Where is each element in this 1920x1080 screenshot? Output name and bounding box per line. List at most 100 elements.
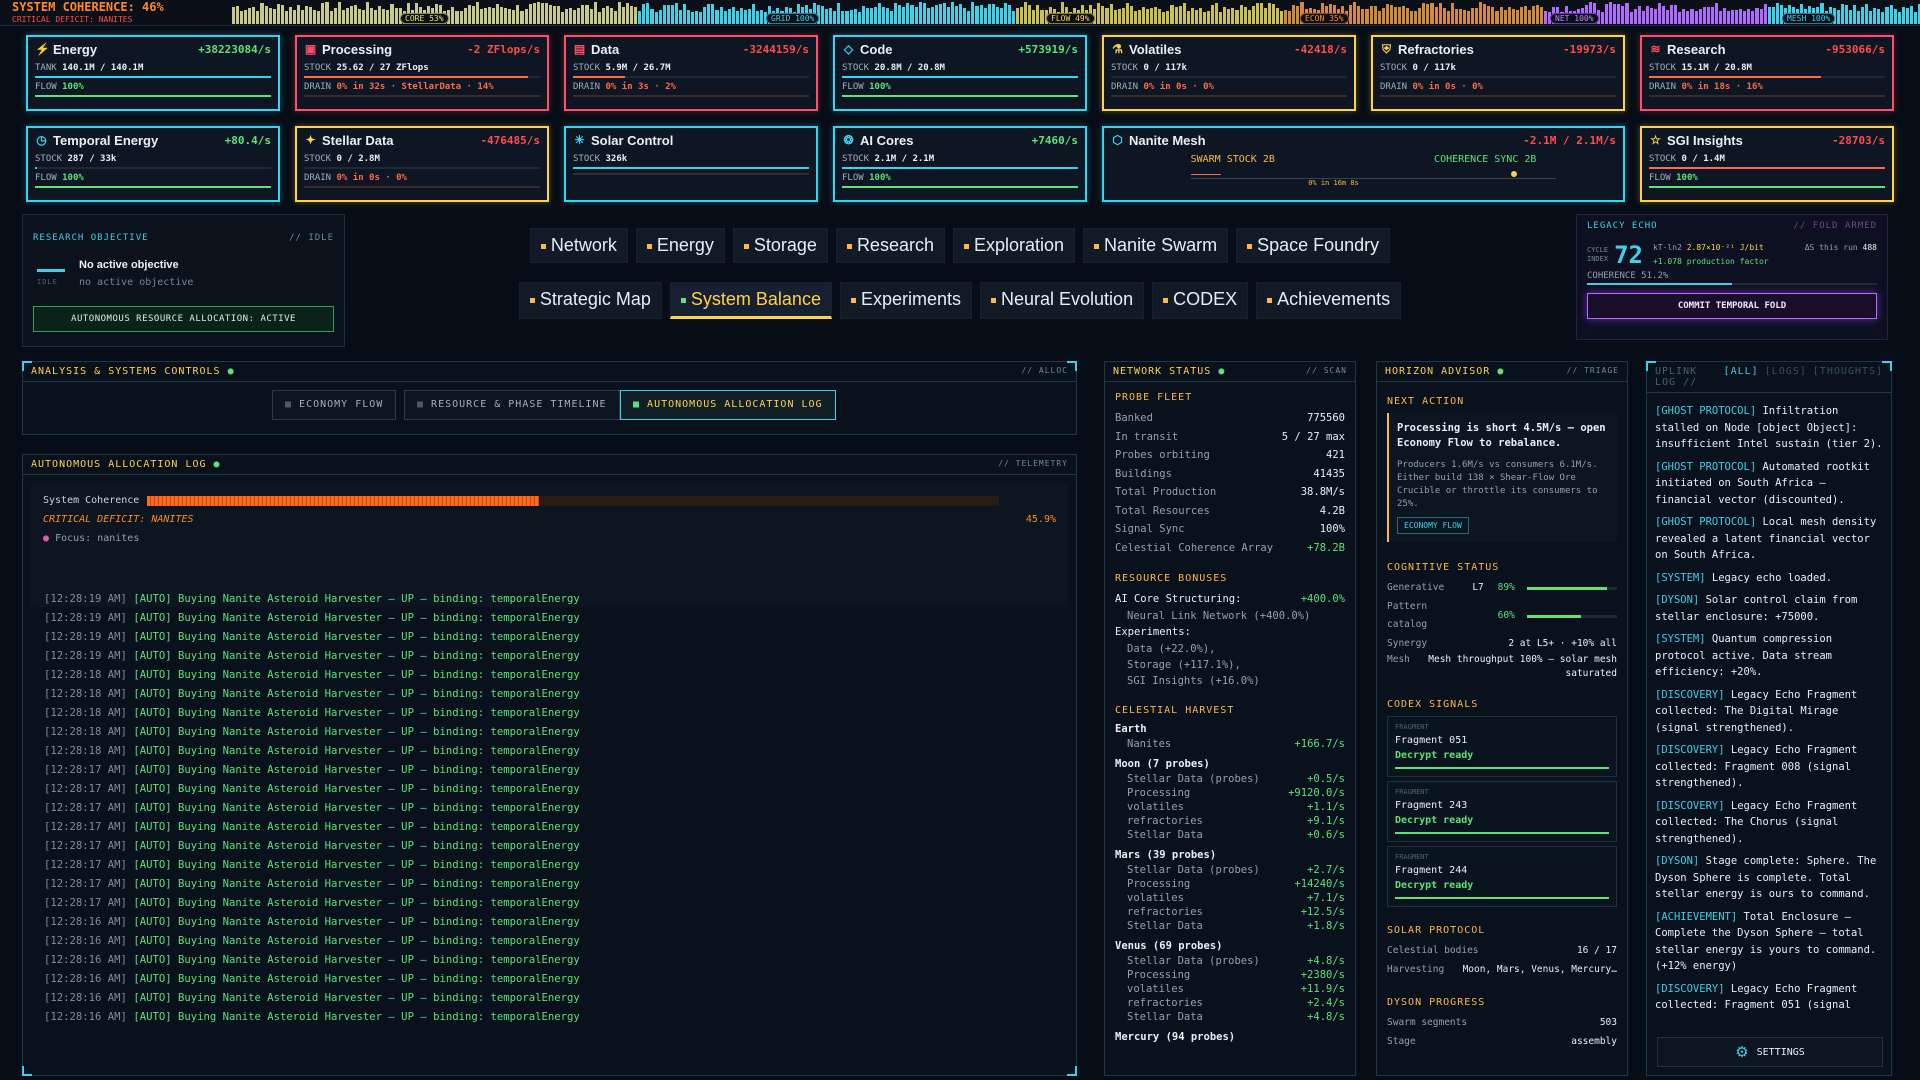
- nav-space-foundry[interactable]: Space Foundry: [1236, 228, 1391, 263]
- resource-rate: -19973/s: [1563, 43, 1616, 56]
- legacy-title: LEGACY ECHO: [1587, 221, 1658, 231]
- resource-flow: DRAIN 0% in 0s · 0%: [304, 173, 407, 183]
- nav-energy[interactable]: Energy: [635, 228, 725, 263]
- resource-card-temporal-energy[interactable]: ◷ Temporal Energy +80.4/s STOCK 287 / 33k FL…: [26, 126, 280, 202]
- resource-card-volatiles[interactable]: ⚗ Volatiles -42418/s STOCK 0 / 117k DRAIN 0%…: [1102, 35, 1356, 111]
- nav-system-balance[interactable]: System Balance: [669, 282, 832, 319]
- harvest-row: Stellar Data +4.8/s: [1127, 1011, 1345, 1023]
- log-entry: [12:28:17 AM] [AUTO] Buying Nanite Aster…: [44, 840, 580, 852]
- nav-nanite-swarm[interactable]: Nanite Swarm: [1083, 228, 1229, 263]
- filter-all[interactable]: [ALL]: [1724, 366, 1759, 388]
- settings-button[interactable]: ⚙ SETTINGS: [1657, 1037, 1883, 1067]
- resource-stock: STOCK 0 / 117k: [1380, 63, 1456, 73]
- nav-strategic-map[interactable]: Strategic Map: [518, 282, 662, 319]
- resource-rate: +573919/s: [1018, 43, 1078, 56]
- resource-stock: STOCK 287 / 33k: [35, 154, 117, 164]
- resource-name: Code: [860, 42, 893, 57]
- resource-rate: -953066/s: [1825, 43, 1885, 56]
- uplink-entry: [GHOST PROTOCOL] Local mesh density reve…: [1655, 516, 1877, 561]
- stock-bar: [304, 76, 540, 78]
- resource-stock: STOCK 5.9M / 26.7M: [573, 63, 671, 73]
- tab-economy-flow[interactable]: ■ ECONOMY FLOW: [272, 390, 397, 420]
- log-entry: [12:28:17 AM] [AUTO] Buying Nanite Aster…: [44, 897, 580, 909]
- resource-card-research[interactable]: ≋ Research -953066/s STOCK 15.1M / 20.8M DRA…: [1640, 35, 1894, 111]
- segment-grid: GRID 100%: [766, 13, 820, 24]
- resource-name: Research: [1667, 42, 1726, 57]
- autonomous-allocation-button[interactable]: AUTONOMOUS RESOURCE ALLOCATION: ACTIVE: [33, 306, 334, 332]
- critical-deficit-text: CRITICAL DEFICIT: NANITES: [43, 514, 194, 525]
- log-entry: [12:28:19 AM] [AUTO] Buying Nanite Aster…: [44, 631, 580, 643]
- filter-logs[interactable]: [LOGS]: [1765, 366, 1807, 388]
- resource-card-nanite-mesh[interactable]: ⬡ Nanite Mesh -2.1M / 2.1M/s SWARM STOCK 2B…: [1102, 126, 1625, 202]
- stock-bar: [1111, 76, 1347, 78]
- resource-card-energy[interactable]: ⚡ Energy +38223084/s TANK 140.1M / 140.1M FL…: [26, 35, 280, 111]
- uplink-entry: [DISCOVERY] Legacy Echo Fragment collect…: [1655, 744, 1858, 789]
- objective-sub: no active objective: [79, 277, 194, 288]
- nav-exploration[interactable]: Exploration: [952, 228, 1076, 263]
- segment-net: NET 100%: [1550, 13, 1599, 24]
- resource-stock: STOCK 15.1M / 20.8M: [1649, 63, 1752, 73]
- resource-name: AI Cores: [860, 133, 914, 148]
- resource-card-code[interactable]: ◇ Code +573919/s STOCK 20.8M / 20.8M FLOW 10…: [833, 35, 1087, 111]
- harvest-row: Stellar Data +0.6/s: [1127, 829, 1345, 841]
- resource-card-refractories[interactable]: ⛨ Refractories -19973/s STOCK 0 / 117k DRAIN…: [1371, 35, 1625, 111]
- economy-flow-button[interactable]: ECONOMY FLOW: [1397, 517, 1469, 534]
- uplink-entry: [DISCOVERY] Legacy Echo Fragment collect…: [1655, 688, 1858, 734]
- resource-card-sgi-insights[interactable]: ☆ SGI Insights -28703/s STOCK 0 / 1.4M FLOW …: [1640, 126, 1894, 202]
- resource-stock: STOCK 326k: [573, 154, 628, 164]
- log-entry: [12:28:18 AM] [AUTO] Buying Nanite Aster…: [44, 688, 580, 700]
- code-icon: ◇: [843, 42, 854, 56]
- harvest-row: Stellar Data (probes) +0.5/s: [1127, 773, 1345, 785]
- coherence-percent: 45.9%: [1025, 514, 1056, 525]
- corner-bracket: [22, 1066, 32, 1076]
- codex-fragment[interactable]: FRAGMENT Fragment 243 Decrypt ready: [1387, 781, 1617, 842]
- resource-card-stellar-data[interactable]: ✦ Stellar Data -476485/s STOCK 0 / 2.8M DRAI…: [295, 126, 549, 202]
- uplink-entry: [GHOST PROTOCOL] Infiltration stalled on…: [1655, 405, 1883, 450]
- stock-bar: [573, 76, 809, 78]
- nanite-sparkline: [1191, 169, 1556, 179]
- resource-card-ai-cores[interactable]: ❂ AI Cores +7460/s STOCK 2.1M / 2.1M FLOW 10…: [833, 126, 1087, 202]
- harvest-row: refractories +12.5/s: [1127, 906, 1345, 918]
- segment-flow: FLOW 49%: [1046, 13, 1095, 24]
- nav-network[interactable]: Network: [529, 228, 628, 263]
- stock-bar: [573, 167, 809, 169]
- log-entry: [12:28:17 AM] [AUTO] Buying Nanite Aster…: [44, 878, 580, 890]
- resource-stock: STOCK 20.8M / 20.8M: [842, 63, 945, 73]
- resource-rate: -42418/s: [1294, 43, 1347, 56]
- nav-research[interactable]: Research: [835, 228, 945, 263]
- log-entry: [12:28:16 AM] [AUTO] Buying Nanite Aster…: [44, 916, 580, 928]
- nav-achievements[interactable]: Achievements: [1256, 282, 1402, 319]
- log-entry: [12:28:17 AM] [AUTO] Buying Nanite Aster…: [44, 764, 580, 776]
- nav-experiments[interactable]: Experiments: [839, 282, 972, 319]
- resource-flow: FLOW 100%: [842, 173, 891, 183]
- alloc-log-title: AUTONOMOUS ALLOCATION LOG ●: [31, 459, 221, 470]
- resource-card-processing[interactable]: ▣ Processing -2 ZFlops/s STOCK 25.62 / 27 Z…: [295, 35, 549, 111]
- harvest-row: volatiles +7.1/s: [1127, 892, 1345, 904]
- resource-card-solar-control[interactable]: ☀ Solar Control STOCK 326k: [564, 126, 818, 202]
- uplink-entry: [SYSTEM] Legacy echo loaded.: [1655, 571, 1833, 584]
- segment-econ: ECON 35%: [1300, 13, 1349, 24]
- clock-icon: ◷: [36, 133, 47, 147]
- resource-card-data[interactable]: ▤ Data -3244159/s STOCK 5.9M / 26.7M DRAIN 0…: [564, 35, 818, 111]
- nav-storage[interactable]: Storage: [732, 228, 828, 263]
- legacy-coherence: COHERENCE 51.2%: [1587, 271, 1669, 281]
- commit-temporal-fold-button[interactable]: COMMIT TEMPORAL FOLD: [1587, 293, 1877, 319]
- tab-autonomous-log[interactable]: ■ AUTONOMOUS ALLOCATION LOG: [620, 390, 836, 420]
- tab-resource-timeline[interactable]: ■ RESOURCE & PHASE TIMELINE: [404, 390, 620, 420]
- codex-fragment[interactable]: FRAGMENT Fragment 244 Decrypt ready: [1387, 846, 1617, 907]
- codex-fragment[interactable]: FRAGMENT Fragment 051 Decrypt ready: [1387, 716, 1617, 777]
- celestial-harvest-title: CELESTIAL HARVEST: [1115, 705, 1235, 716]
- resource-name: Volatiles: [1129, 42, 1182, 57]
- harvest-row: volatiles +1.1/s: [1127, 801, 1345, 813]
- stock-bar: [35, 167, 271, 169]
- log-entry: [12:28:19 AM] [AUTO] Buying Nanite Aster…: [44, 593, 580, 605]
- analysis-title: ANALYSIS & SYSTEMS CONTROLS ●: [31, 366, 235, 377]
- filter-thoughts[interactable]: [THOUGHTS]: [1813, 366, 1883, 388]
- stock-bar: [1380, 76, 1616, 78]
- nav-codex[interactable]: CODEX: [1152, 282, 1249, 319]
- fleet-row: Probes orbiting 421: [1115, 449, 1345, 461]
- lightning-icon: ⚡: [35, 42, 50, 56]
- nav-neural-evolution[interactable]: Neural Evolution: [980, 282, 1145, 319]
- corner-bracket: [22, 361, 32, 371]
- uplink-entry: [SYSTEM] Quantum compression protocol ac…: [1655, 633, 1833, 678]
